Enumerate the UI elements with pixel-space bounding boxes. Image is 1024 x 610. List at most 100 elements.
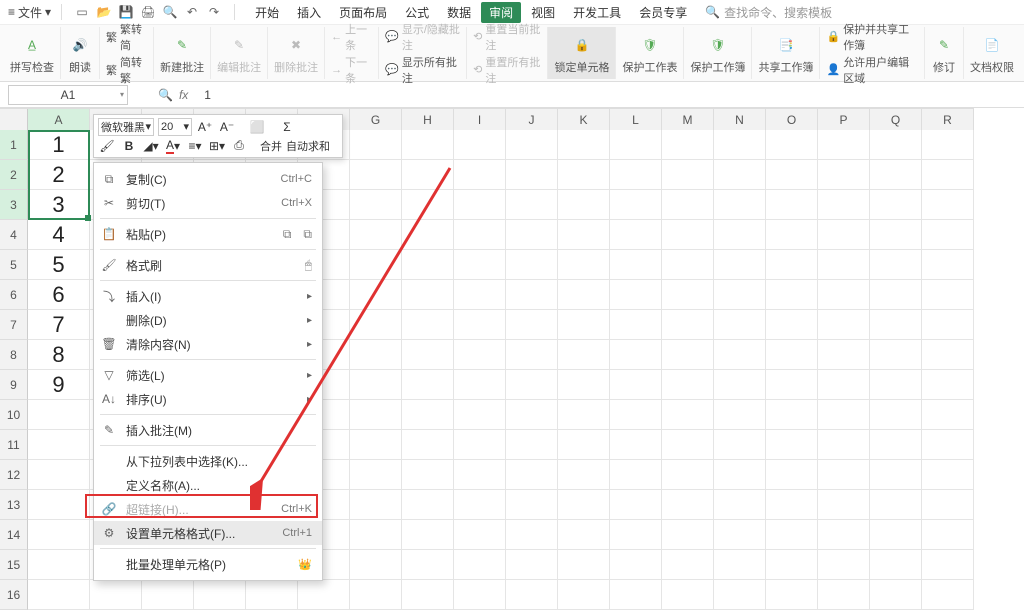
cell[interactable] — [870, 220, 922, 250]
column-header[interactable]: O — [766, 109, 818, 131]
cell[interactable] — [662, 460, 714, 490]
cell[interactable] — [766, 370, 818, 400]
cell[interactable] — [454, 490, 506, 520]
cell[interactable] — [350, 250, 402, 280]
cell[interactable] — [766, 130, 818, 160]
cell[interactable] — [870, 280, 922, 310]
reset-current-comment[interactable]: ⟲重置当前批注 — [473, 21, 541, 53]
cell[interactable] — [558, 520, 610, 550]
cell[interactable] — [610, 190, 662, 220]
menu-item[interactable]: 批量处理单元格(P)👑 — [94, 552, 322, 576]
cell[interactable]: 2 — [28, 160, 90, 190]
cell[interactable] — [454, 190, 506, 220]
cell[interactable] — [766, 550, 818, 580]
cell[interactable] — [818, 430, 870, 460]
cell[interactable] — [350, 160, 402, 190]
cell[interactable] — [506, 280, 558, 310]
cell[interactable] — [766, 250, 818, 280]
cell[interactable] — [506, 160, 558, 190]
cell[interactable] — [558, 340, 610, 370]
autosum-label[interactable]: 自动求和 — [286, 137, 330, 155]
cell[interactable] — [922, 430, 974, 460]
cell[interactable] — [714, 430, 766, 460]
cell[interactable] — [870, 160, 922, 190]
cell[interactable] — [454, 130, 506, 160]
ribbon-edit-comment[interactable]: ✎ 编辑批注 — [211, 27, 268, 79]
cell[interactable] — [558, 490, 610, 520]
cell[interactable] — [402, 280, 454, 310]
cell[interactable] — [714, 250, 766, 280]
column-header[interactable]: L — [610, 109, 662, 131]
cell[interactable] — [402, 520, 454, 550]
cell[interactable] — [818, 400, 870, 430]
paste-option-icon[interactable]: ⧉ — [303, 227, 312, 242]
cell[interactable] — [766, 580, 818, 610]
tab-dev[interactable]: 开发工具 — [565, 2, 629, 23]
row-header[interactable]: 1 — [0, 130, 28, 160]
cell[interactable] — [402, 550, 454, 580]
cell[interactable] — [662, 520, 714, 550]
trad-to-simp[interactable]: 繁繁转简 — [106, 21, 147, 53]
cell[interactable] — [922, 280, 974, 310]
row-header[interactable]: 4 — [0, 220, 28, 250]
cell[interactable] — [28, 490, 90, 520]
cell[interactable] — [714, 130, 766, 160]
cell[interactable] — [610, 280, 662, 310]
paste-option-icon[interactable]: ⧉ — [283, 227, 292, 242]
show-all-comments[interactable]: 💬显示所有批注 — [385, 54, 460, 86]
cell[interactable] — [714, 280, 766, 310]
cell[interactable] — [610, 220, 662, 250]
cell[interactable] — [714, 220, 766, 250]
new-icon[interactable]: ▭ — [74, 4, 90, 20]
cell[interactable] — [350, 130, 402, 160]
cell[interactable] — [506, 550, 558, 580]
cell[interactable] — [558, 250, 610, 280]
row-header[interactable]: 12 — [0, 460, 28, 490]
cell[interactable] — [454, 280, 506, 310]
decrease-font-icon[interactable]: A⁻ — [218, 118, 236, 136]
cell[interactable] — [818, 190, 870, 220]
cell[interactable] — [714, 340, 766, 370]
cell[interactable] — [350, 460, 402, 490]
cell[interactable] — [662, 310, 714, 340]
row-header[interactable]: 3 — [0, 190, 28, 220]
cell[interactable] — [506, 400, 558, 430]
cell[interactable] — [818, 220, 870, 250]
name-box[interactable]: A1 ▾ — [8, 85, 128, 105]
cell[interactable] — [818, 460, 870, 490]
merge-label[interactable]: 合并 — [260, 137, 282, 155]
tab-insert[interactable]: 插入 — [289, 2, 329, 23]
cell[interactable] — [766, 490, 818, 520]
ribbon-protect-workbook[interactable]: 🛡 保护工作簿 — [684, 27, 752, 79]
cell[interactable] — [506, 130, 558, 160]
cell[interactable] — [714, 190, 766, 220]
cell[interactable] — [922, 250, 974, 280]
cell[interactable] — [662, 340, 714, 370]
row-header[interactable]: 10 — [0, 400, 28, 430]
cell[interactable] — [506, 310, 558, 340]
cell[interactable] — [610, 520, 662, 550]
ribbon-delete-comment[interactable]: ✖ 删除批注 — [268, 27, 325, 79]
cell[interactable] — [870, 550, 922, 580]
menu-item[interactable]: ⤵插入(I)▸ — [94, 284, 322, 308]
column-header[interactable]: A — [28, 109, 90, 131]
menu-item[interactable]: 🗑清除内容(N)▸ — [94, 332, 322, 356]
cell[interactable] — [350, 580, 402, 610]
cell[interactable] — [818, 520, 870, 550]
cell[interactable] — [558, 370, 610, 400]
column-header[interactable]: I — [454, 109, 506, 131]
cell[interactable] — [870, 490, 922, 520]
cell[interactable] — [662, 430, 714, 460]
cell[interactable]: 7 — [28, 310, 90, 340]
cell[interactable] — [870, 460, 922, 490]
cell[interactable] — [454, 220, 506, 250]
cell[interactable]: 4 — [28, 220, 90, 250]
next-comment[interactable]: →下一条 — [331, 54, 372, 86]
cell[interactable] — [766, 430, 818, 460]
cell[interactable] — [870, 130, 922, 160]
cell[interactable] — [610, 490, 662, 520]
cell[interactable] — [870, 430, 922, 460]
cell[interactable] — [402, 490, 454, 520]
cell[interactable] — [922, 160, 974, 190]
merge-icon[interactable]: ⬜ — [248, 118, 266, 136]
